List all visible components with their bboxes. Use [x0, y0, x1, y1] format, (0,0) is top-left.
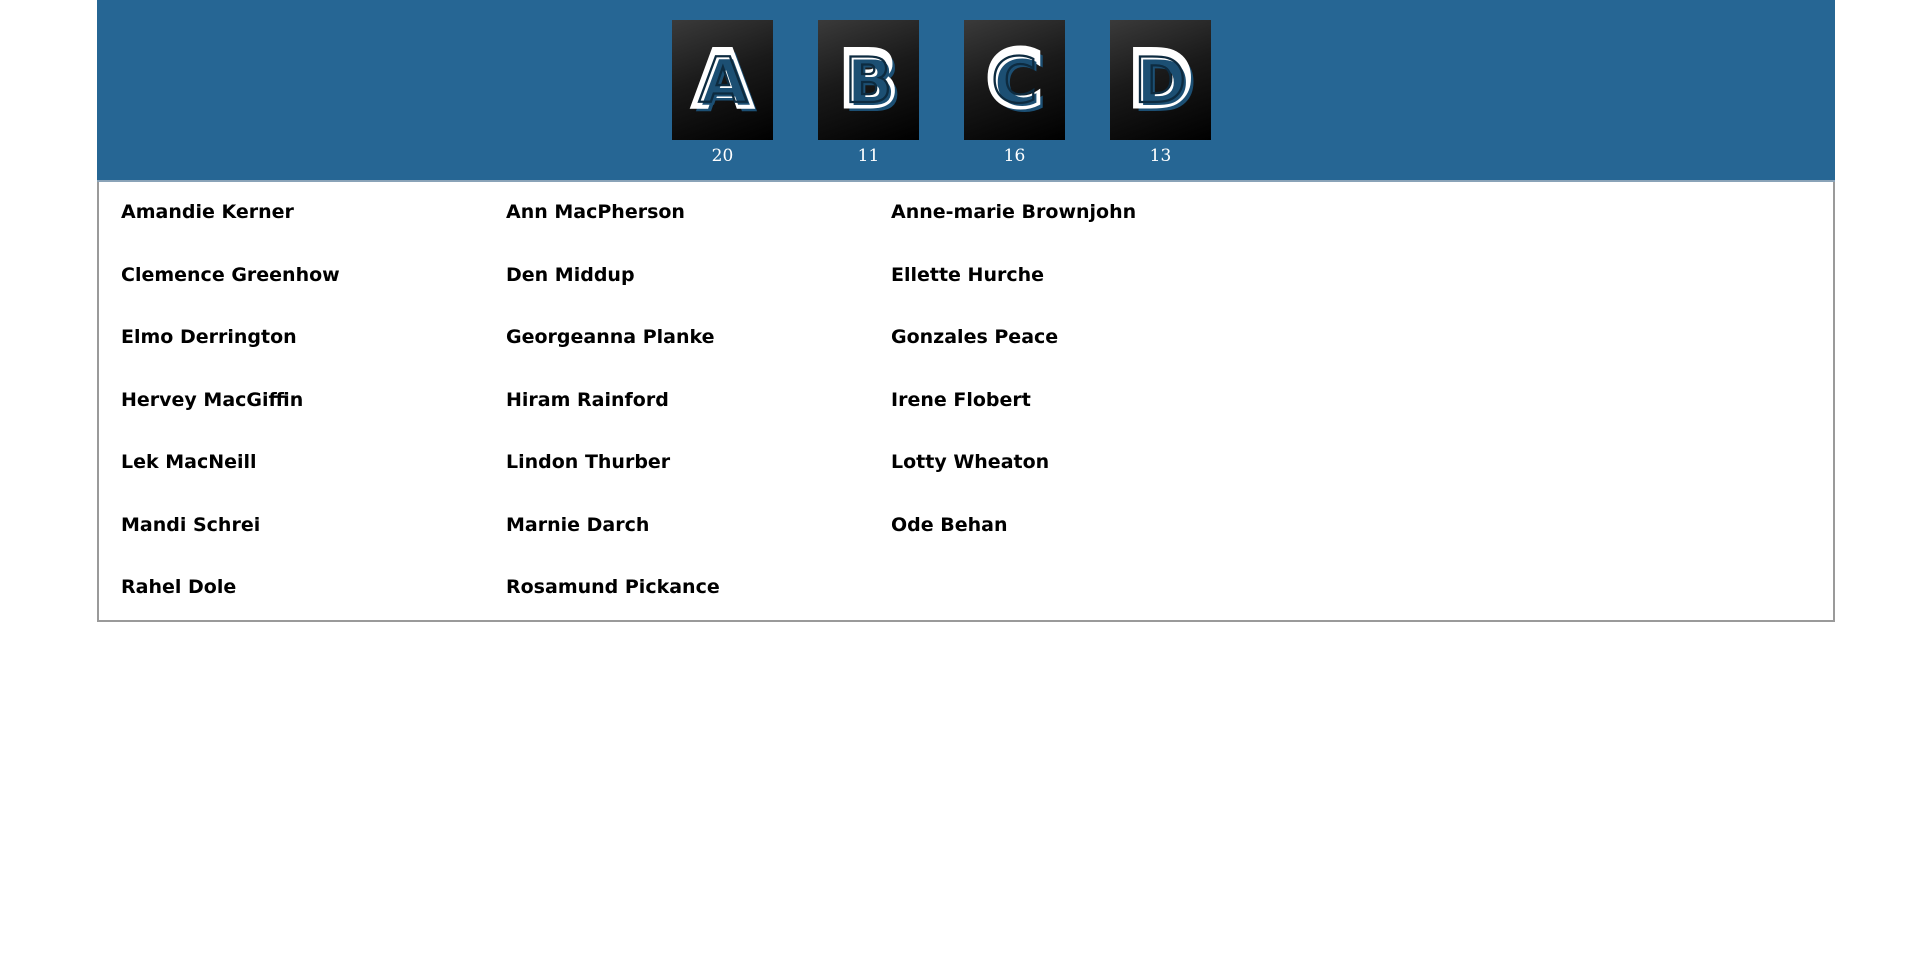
letter-c-glyph: C [984, 38, 1046, 121]
letter-b-count: 11 [857, 146, 880, 166]
letter-tabs: A 20 B 11 C 16 D 13 [672, 20, 1211, 180]
name-link[interactable]: Hiram Rainford [506, 389, 891, 453]
letter-a-glyph: A [690, 38, 755, 121]
name-link[interactable]: Ellette Hurche [891, 264, 1276, 328]
name-link[interactable]: Lindon Thurber [506, 451, 891, 515]
name-link[interactable]: Rosamund Pickance [506, 576, 891, 640]
name-link[interactable]: Gonzales Peace [891, 326, 1276, 390]
name-link[interactable]: Lotty Wheaton [891, 451, 1276, 515]
names-panel: Amandie Kerner Ann MacPherson Anne-marie… [97, 182, 1835, 622]
page-container: A 20 B 11 C 16 D 13 [97, 0, 1835, 622]
letter-d-count: 13 [1149, 146, 1172, 166]
letter-tab-c[interactable]: C 16 [964, 20, 1065, 180]
letter-tile-a[interactable]: A [672, 20, 773, 140]
name-link[interactable]: Hervey MacGiffin [121, 389, 506, 453]
name-link[interactable]: Ode Behan [891, 514, 1276, 578]
name-link[interactable]: Den Middup [506, 264, 891, 328]
name-link[interactable]: Marnie Darch [506, 514, 891, 578]
letter-tab-b[interactable]: B 11 [818, 20, 919, 180]
name-link[interactable]: Lek MacNeill [121, 451, 506, 515]
letter-filter-header: A 20 B 11 C 16 D 13 [97, 0, 1835, 182]
name-link[interactable]: Elmo Derrington [121, 326, 506, 390]
letter-b-glyph: B [837, 38, 901, 121]
letter-tile-c[interactable]: C [964, 20, 1065, 140]
letter-tab-d[interactable]: D 13 [1110, 20, 1211, 180]
letter-tile-b[interactable]: B [818, 20, 919, 140]
letter-tab-a[interactable]: A 20 [672, 20, 773, 180]
letter-tile-d[interactable]: D [1110, 20, 1211, 140]
name-link[interactable]: Anne-marie Brownjohn [891, 201, 1276, 265]
name-link[interactable]: Ann MacPherson [506, 201, 891, 265]
letter-c-count: 16 [1003, 146, 1026, 166]
name-link[interactable]: Amandie Kerner [121, 201, 506, 265]
names-grid: Amandie Kerner Ann MacPherson Anne-marie… [121, 201, 1833, 640]
name-link[interactable]: Clemence Greenhow [121, 264, 506, 328]
letter-a-count: 20 [711, 146, 734, 166]
name-link[interactable]: Rahel Dole [121, 576, 506, 640]
name-link[interactable]: Mandi Schrei [121, 514, 506, 578]
letter-d-glyph: D [1126, 38, 1195, 121]
name-link[interactable]: Irene Flobert [891, 389, 1276, 453]
name-link[interactable]: Georgeanna Planke [506, 326, 891, 390]
